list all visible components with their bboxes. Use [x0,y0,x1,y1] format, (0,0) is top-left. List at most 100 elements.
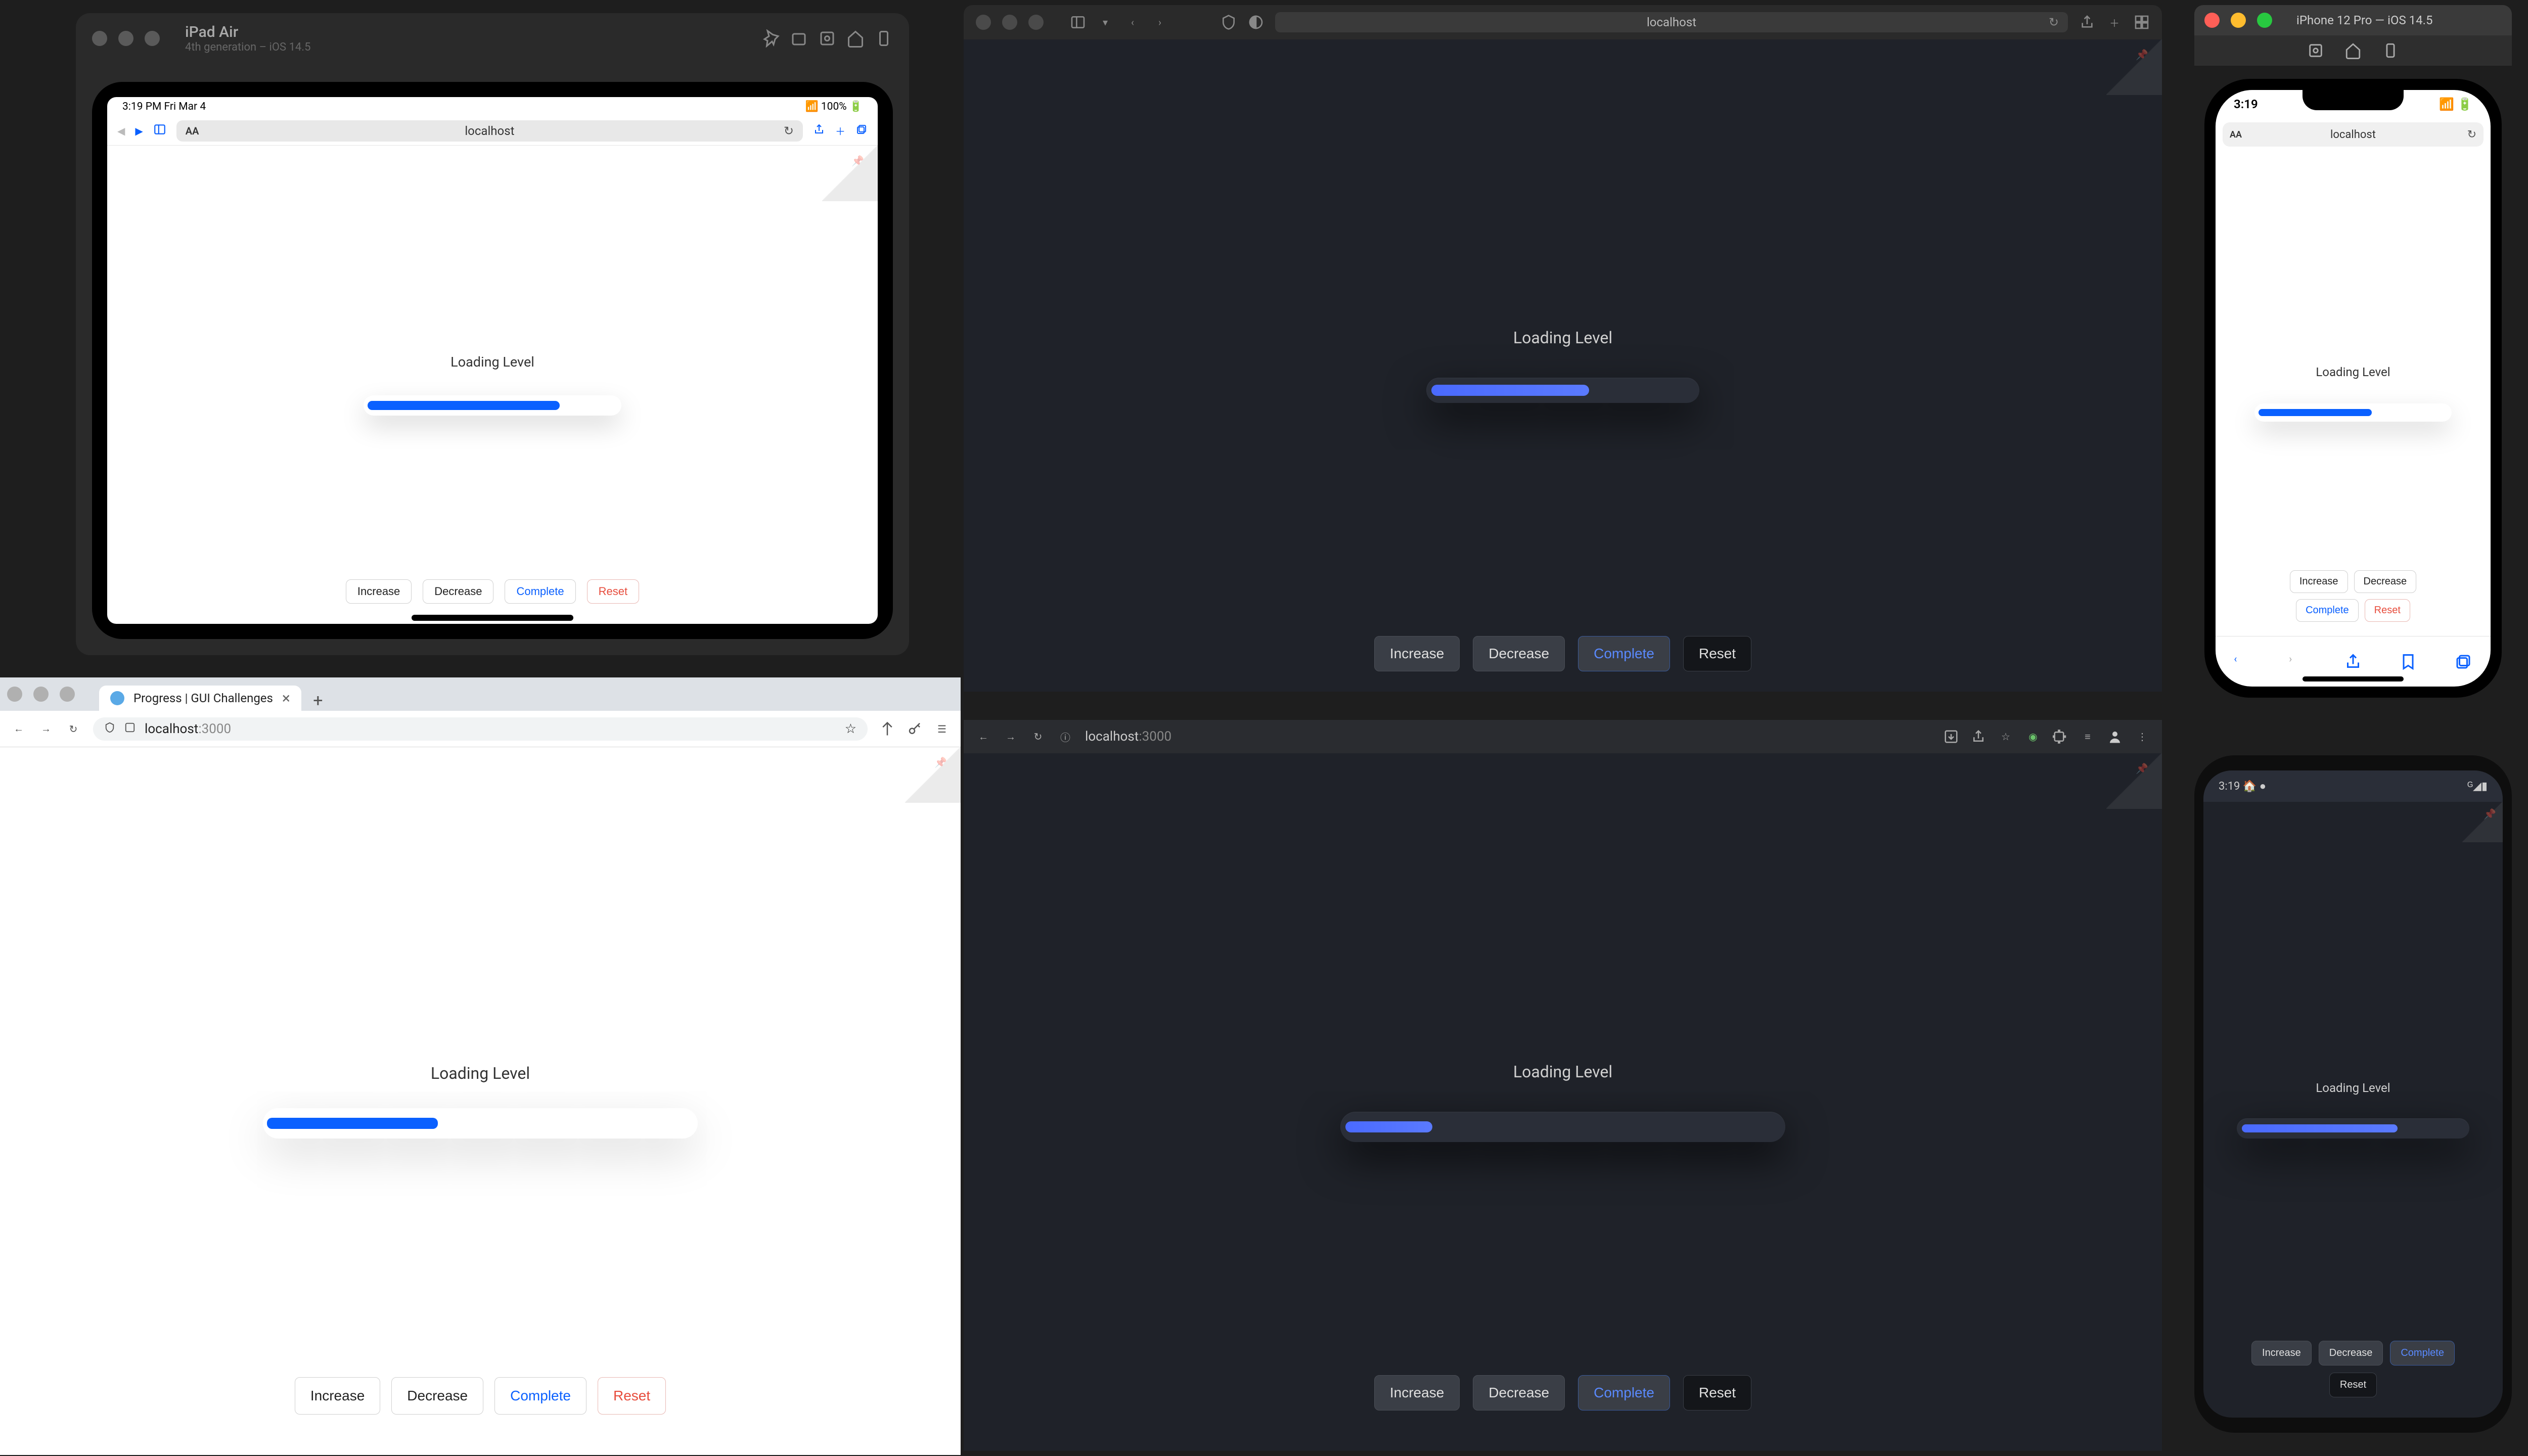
forward-icon[interactable]: → [38,721,54,737]
browser-tab[interactable]: Progress | GUI Challenges × [99,686,301,711]
shield-icon[interactable] [104,721,115,737]
decrease-button[interactable]: Decrease [2354,570,2417,593]
screenshot-icon[interactable] [2307,42,2324,59]
minimize-dot[interactable] [2231,13,2246,28]
info-icon[interactable] [124,721,136,737]
zoom-dot[interactable] [2257,13,2272,28]
tabs-icon[interactable] [2134,14,2150,30]
close-dot[interactable] [92,31,107,46]
profile-icon[interactable] [2107,729,2123,744]
refresh-icon[interactable]: ↻ [66,721,81,737]
reading-list-icon[interactable]: ≡ [2080,729,2095,744]
zoom-dot[interactable] [145,31,160,46]
reset-button[interactable]: Reset [2365,599,2410,622]
forward-icon[interactable]: → [1003,729,1018,744]
ext-drop-icon[interactable] [880,721,895,737]
reset-button[interactable]: Reset [587,579,639,604]
devtools-corner-flag[interactable]: 📌 [2106,39,2162,95]
minimize-dot[interactable] [33,687,49,702]
devtools-corner-flag[interactable]: 📌 [822,146,878,201]
address-bar[interactable]: localhost:3000 ☆ [93,717,868,741]
menu-icon[interactable]: ☰ [934,721,950,737]
complete-button[interactable]: Complete [2390,1341,2455,1366]
minimize-dot[interactable] [1002,15,1017,30]
devtools-corner-flag[interactable]: 📌 [2106,753,2162,809]
reset-button[interactable]: Reset [1683,636,1751,671]
increase-button[interactable]: Increase [1374,1375,1460,1410]
increase-button[interactable]: Increase [1374,636,1460,671]
reset-button[interactable]: Reset [1683,1375,1751,1410]
refresh-icon[interactable]: ↻ [784,124,794,138]
reset-button[interactable]: Reset [598,1377,666,1415]
shield-icon[interactable] [1221,14,1237,30]
share-icon[interactable] [813,123,825,138]
decrease-button[interactable]: Decrease [423,579,493,604]
sidebar-icon[interactable] [1070,14,1086,30]
forward-icon[interactable]: › [2289,653,2307,671]
close-dot[interactable] [976,15,991,30]
back-icon[interactable]: ← [976,729,991,744]
close-dot[interactable] [2204,13,2220,28]
record-icon[interactable] [818,29,836,48]
iphone-safari-url[interactable]: AA localhost ↻ [2223,122,2484,147]
decrease-button[interactable]: Decrease [391,1377,483,1415]
new-tab-button[interactable]: + [305,691,331,711]
complete-button[interactable]: Complete [1578,636,1670,671]
rotate-icon[interactable] [2382,42,2399,59]
reader-aa-icon[interactable]: AA [2230,129,2242,140]
devtools-corner-flag[interactable]: 📌 [2462,802,2503,842]
extensions-icon[interactable] [2053,729,2068,744]
decrease-button[interactable]: Decrease [2319,1341,2383,1366]
safari-url-bar[interactable]: localhost ↻ [1275,12,2068,32]
close-dot[interactable] [7,687,22,702]
menu-icon[interactable]: ⋮ [2135,729,2150,744]
devtools-corner-flag[interactable]: 📌 [905,747,961,803]
back-icon[interactable]: ◀ [117,125,125,137]
star-icon[interactable]: ☆ [1998,729,2013,744]
zoom-dot[interactable] [60,687,75,702]
complete-button[interactable]: Complete [494,1377,586,1415]
ipad-url-bar[interactable]: AA localhost ↻ [176,120,803,142]
refresh-icon[interactable]: ↻ [2467,128,2476,141]
share-icon[interactable] [2079,14,2095,30]
zoom-dot[interactable] [1028,15,1044,30]
sidebar-icon[interactable] [153,123,166,139]
env-overrides-icon[interactable] [761,29,780,48]
increase-button[interactable]: Increase [346,579,412,604]
complete-button[interactable]: Complete [1578,1375,1670,1410]
increase-button[interactable]: Increase [2290,570,2348,593]
home-icon[interactable] [2344,42,2362,59]
star-icon[interactable]: ☆ [845,721,856,737]
back-icon[interactable]: ‹ [1124,14,1141,30]
tabs-icon[interactable] [2454,653,2472,671]
reset-button[interactable]: Reset [2329,1373,2377,1397]
close-tab-icon[interactable]: × [282,690,290,707]
key-icon[interactable] [907,721,922,737]
increase-button[interactable]: Increase [295,1377,380,1415]
address-bar[interactable]: localhost:3000 [1085,729,1171,744]
complete-button[interactable]: Complete [2296,599,2359,622]
minimize-dot[interactable] [118,31,133,46]
share-icon[interactable] [2344,653,2362,671]
chevron-down-icon[interactable]: ▾ [1097,14,1113,30]
decrease-button[interactable]: Decrease [1473,1375,1565,1410]
info-icon[interactable]: ⓘ [1058,729,1073,744]
refresh-icon[interactable]: ↻ [1030,729,1046,744]
refresh-icon[interactable]: ↻ [2049,15,2059,29]
forward-icon[interactable]: › [1152,14,1168,30]
decrease-button[interactable]: Decrease [1473,636,1565,671]
complete-button[interactable]: Complete [505,579,575,604]
share-icon[interactable] [1971,729,1986,744]
new-tab-icon[interactable]: ＋ [835,123,845,138]
reader-aa-icon[interactable]: AA [186,125,199,137]
home-indicator[interactable] [2303,676,2404,681]
rotate-icon[interactable] [875,29,893,48]
appearance-icon[interactable] [1248,14,1264,30]
screenshot-icon[interactable] [790,29,808,48]
home-icon[interactable] [846,29,865,48]
back-icon[interactable]: ‹ [2234,653,2252,671]
install-icon[interactable] [1944,729,1959,744]
bookmarks-icon[interactable] [2399,653,2417,671]
new-tab-icon[interactable]: ＋ [2106,14,2123,30]
increase-button[interactable]: Increase [2251,1341,2312,1366]
